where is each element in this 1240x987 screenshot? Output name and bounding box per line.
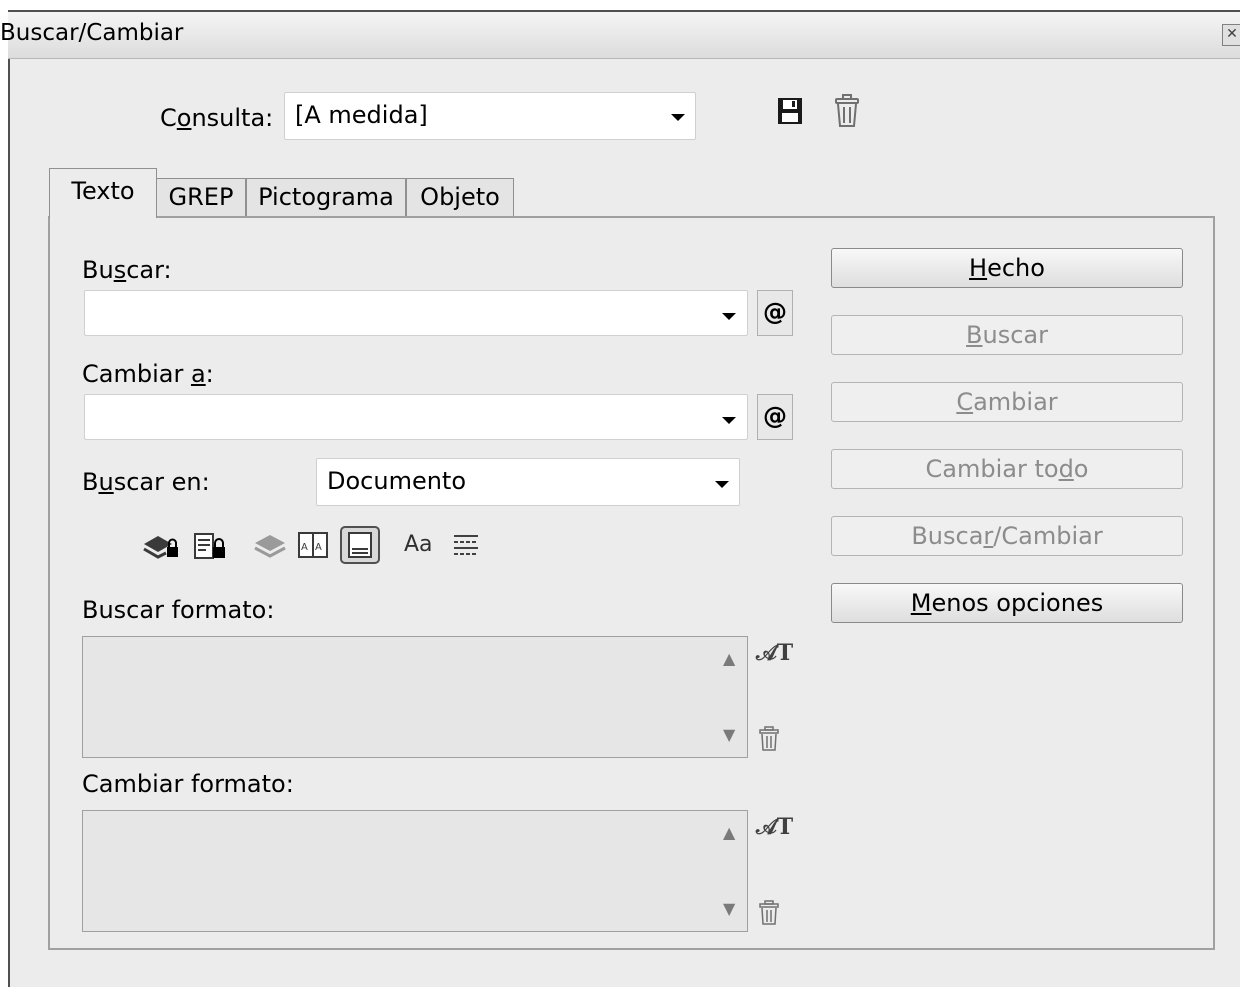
search-in-value: Documento bbox=[327, 467, 467, 495]
tab-objeto[interactable]: Objeto bbox=[406, 178, 514, 216]
save-query-icon[interactable] bbox=[776, 96, 804, 126]
tab-grep[interactable]: GREP bbox=[156, 178, 246, 216]
tab-texto[interactable]: Texto bbox=[49, 168, 157, 218]
scroll-down-icon[interactable]: ▼ bbox=[723, 725, 735, 744]
svg-text:A: A bbox=[315, 542, 322, 553]
scroll-up-icon[interactable]: ▲ bbox=[723, 649, 735, 668]
include-locked-layers-icon[interactable] bbox=[142, 532, 182, 560]
trash-icon[interactable] bbox=[758, 900, 780, 926]
format-icon[interactable]: 𝒜T bbox=[756, 814, 793, 840]
change-format-box[interactable]: ▲ ▼ bbox=[82, 810, 748, 932]
include-hidden-layers-icon[interactable] bbox=[252, 532, 288, 558]
change-all-button[interactable]: Cambiar todo bbox=[831, 449, 1183, 489]
special-char-glyph: @ bbox=[763, 402, 787, 430]
search-in-dropdown[interactable]: Documento bbox=[316, 458, 740, 506]
done-button[interactable]: Hecho bbox=[831, 248, 1183, 288]
whole-word-icon[interactable] bbox=[452, 532, 482, 558]
query-label: Consulta: bbox=[160, 104, 274, 132]
chevron-down-icon[interactable] bbox=[722, 313, 736, 320]
fewer-options-button[interactable]: Menos opciones bbox=[831, 583, 1183, 623]
format-icon[interactable]: 𝒜T bbox=[756, 640, 793, 666]
chevron-down-icon bbox=[671, 114, 685, 121]
change-format-label: Cambiar formato: bbox=[82, 770, 294, 798]
scroll-up-icon[interactable]: ▲ bbox=[723, 823, 735, 842]
change-button[interactable]: Cambiar bbox=[831, 382, 1183, 422]
query-dropdown[interactable]: [A medida] bbox=[284, 92, 696, 140]
change-input[interactable] bbox=[84, 394, 748, 440]
chevron-down-icon bbox=[715, 481, 729, 488]
scroll-down-icon[interactable]: ▼ bbox=[723, 899, 735, 918]
include-master-pages-icon[interactable]: A A bbox=[296, 530, 332, 560]
include-footnotes-icon[interactable] bbox=[340, 526, 380, 564]
trash-icon[interactable] bbox=[758, 726, 780, 752]
find-input[interactable] bbox=[84, 290, 748, 336]
tab-pictograma[interactable]: Pictograma bbox=[246, 178, 406, 216]
delete-query-icon[interactable] bbox=[834, 94, 860, 128]
change-label: Cambiar a: bbox=[82, 360, 214, 388]
special-characters-icon[interactable]: @ bbox=[757, 290, 793, 336]
case-sensitive-icon[interactable]: Aa bbox=[404, 532, 433, 557]
search-in-label: Buscar en: bbox=[82, 468, 210, 496]
special-characters-icon[interactable]: @ bbox=[757, 394, 793, 440]
find-change-button[interactable]: Buscar/Cambiar bbox=[831, 516, 1183, 556]
chevron-down-icon[interactable] bbox=[722, 417, 736, 424]
find-button[interactable]: Buscar bbox=[831, 315, 1183, 355]
find-format-box[interactable]: ▲ ▼ bbox=[82, 636, 748, 758]
svg-text:A: A bbox=[301, 542, 308, 553]
include-locked-stories-icon[interactable] bbox=[192, 532, 228, 560]
find-format-label: Buscar formato: bbox=[82, 596, 275, 624]
window-title: Buscar/Cambiar bbox=[0, 20, 184, 46]
special-char-glyph: @ bbox=[763, 298, 787, 326]
close-button[interactable]: ✕ bbox=[1222, 24, 1240, 46]
find-label: Buscar: bbox=[82, 256, 172, 284]
query-value: [A medida] bbox=[295, 101, 428, 129]
title-bar[interactable] bbox=[8, 12, 1240, 59]
